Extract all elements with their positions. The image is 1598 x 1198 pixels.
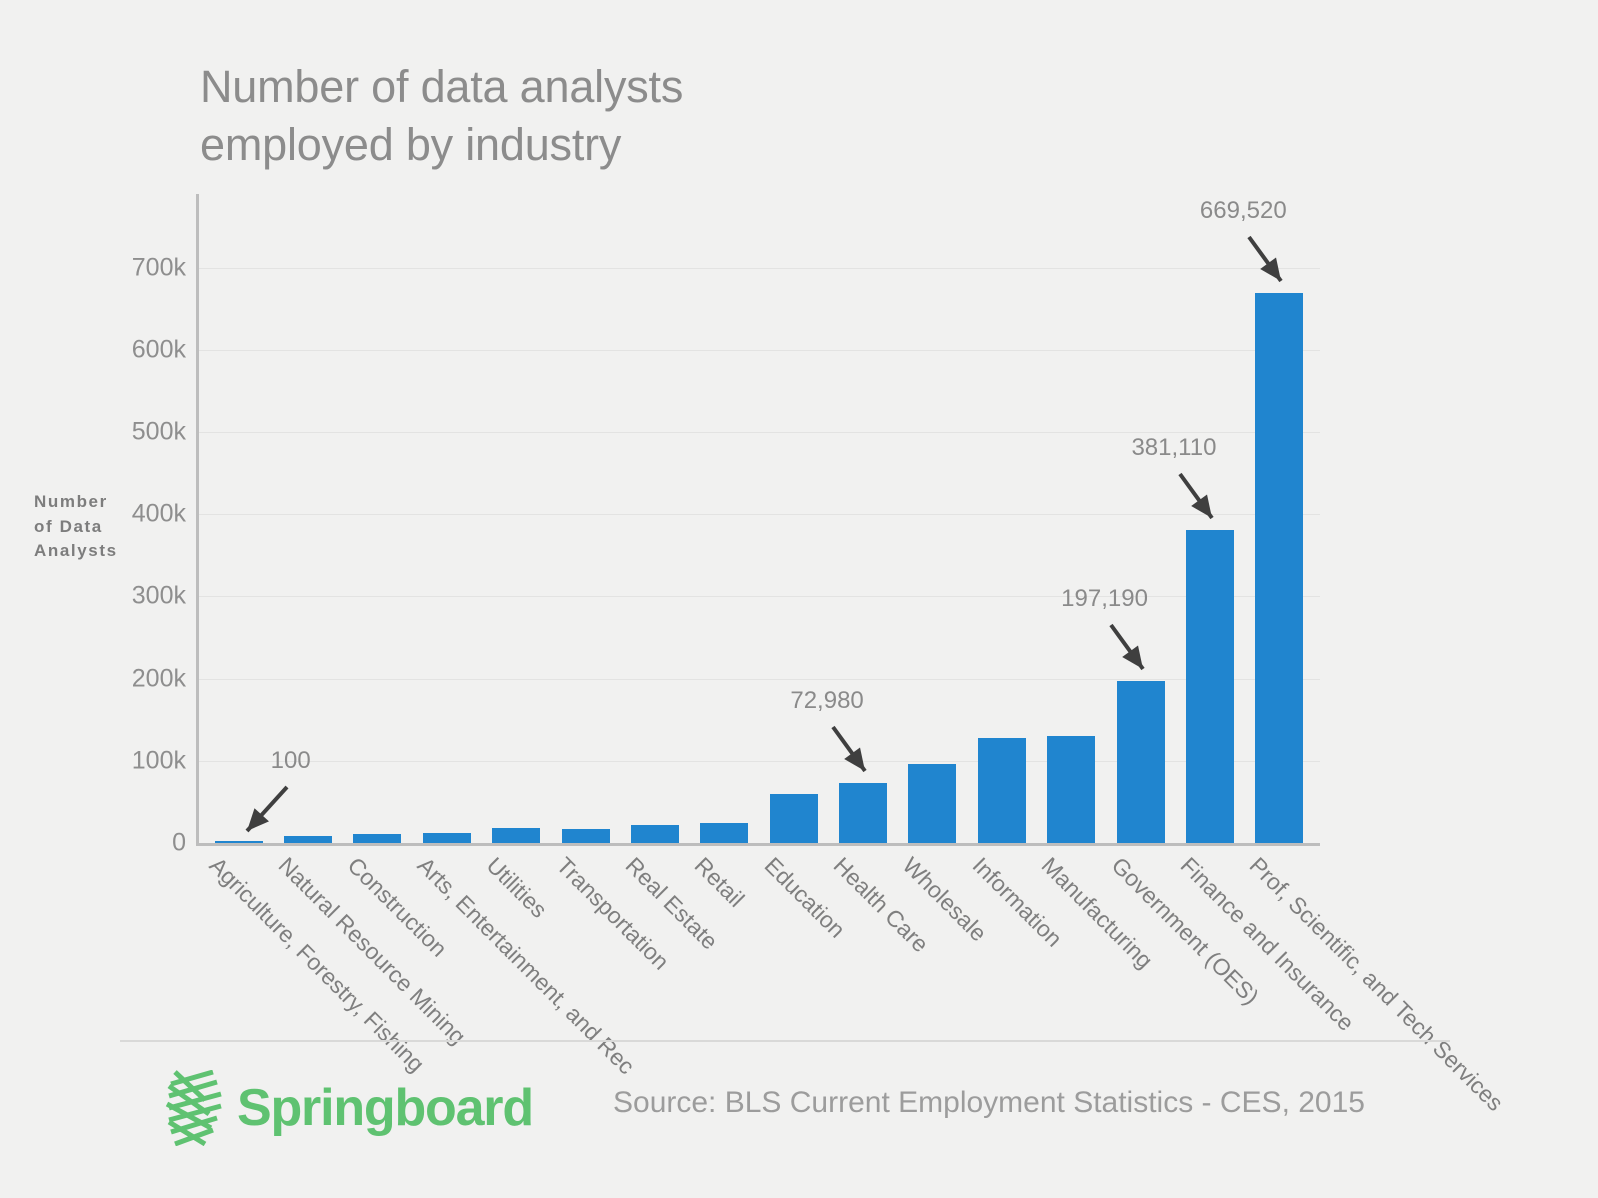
y-tick-label: 400k — [131, 499, 186, 528]
gridline — [199, 267, 1320, 269]
x-axis-tick-labels: Agriculture, Forestry, Fishing Natural Re… — [196, 852, 1596, 1116]
bar[interactable] — [492, 828, 541, 843]
source-note: Source: BLS Current Employment Statistic… — [613, 1086, 1365, 1119]
gridline — [199, 514, 1320, 516]
brand-logo: Springboard — [165, 1070, 534, 1146]
x-axis-line — [196, 843, 1320, 846]
bar[interactable] — [1116, 680, 1165, 843]
chart-title: Number of data analysts employed by indu… — [200, 61, 684, 170]
x-tick-label: Retail — [689, 852, 750, 912]
y-tick-label: 600k — [131, 335, 186, 364]
bar[interactable] — [908, 763, 957, 843]
bar[interactable] — [630, 824, 679, 843]
bar[interactable] — [1047, 736, 1096, 843]
plot-area — [196, 194, 1320, 846]
y-tick-label: 0 — [172, 828, 186, 857]
bar[interactable] — [700, 822, 749, 843]
annotation-arrow-icon — [245, 785, 289, 833]
bar[interactable] — [769, 793, 818, 843]
bar[interactable] — [977, 737, 1026, 843]
y-tick-label: 200k — [131, 664, 186, 693]
y-tick-label: 100k — [131, 746, 186, 775]
y-tick-label: 500k — [131, 417, 186, 446]
brand-name: Springboard — [237, 1079, 534, 1137]
y-tick-label: 700k — [131, 253, 186, 282]
annotation-arrow-icon — [831, 725, 867, 773]
y-axis-tick-labels: 0 100k 200k 300k 400k 500k 600k 700k — [66, 194, 186, 856]
bar[interactable] — [561, 828, 610, 843]
annotation-arrow-icon — [1247, 235, 1283, 282]
bar[interactable] — [422, 832, 471, 843]
annotation-arrow-icon — [1178, 472, 1214, 519]
footer: Springboard Source: BLS Current Employme… — [120, 1050, 1520, 1170]
footer-divider — [120, 1040, 1450, 1042]
springboard-starburst-icon — [165, 1070, 222, 1146]
gridline — [199, 349, 1320, 351]
gridline — [199, 596, 1320, 598]
bar[interactable] — [1185, 529, 1234, 843]
bar[interactable] — [353, 834, 402, 843]
chart-page: Number of data analysts employed by indu… — [0, 0, 1598, 1198]
annotation-arrow-icon — [1108, 623, 1145, 671]
bar[interactable] — [1255, 292, 1304, 843]
y-axis-line — [196, 194, 199, 845]
y-tick-label: 300k — [131, 581, 186, 610]
